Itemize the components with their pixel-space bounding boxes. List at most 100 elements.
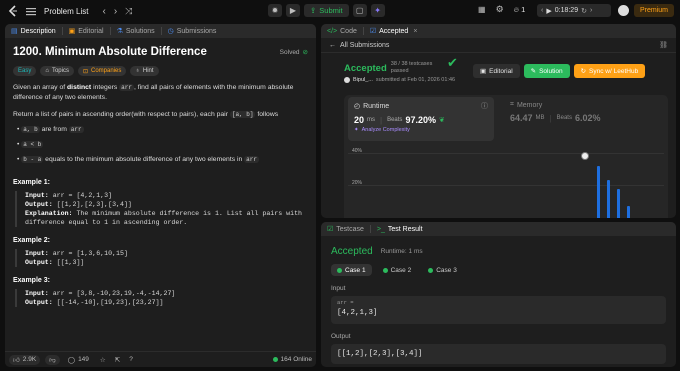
close-icon[interactable]: × [413,28,417,35]
sparkle-icon: ✦ [354,127,359,133]
example-output: [[1,2],[2,3],[3,4]] [56,201,132,208]
chart-bar[interactable] [607,180,610,218]
arr-value: [4,2,1,3] [337,309,378,317]
note-icon[interactable]: ▢ [352,4,367,17]
like-count: 2.9K [22,356,37,363]
tab-test-result[interactable]: >_ Test Result [371,222,429,236]
input-label: Input: [25,290,49,297]
tab-submissions-label: Submissions [176,27,217,35]
settings-icon[interactable]: ⚙ [496,4,504,15]
layout-icon[interactable]: ▦ [478,5,486,14]
hint-tag[interactable]: ♁ Hint [130,66,159,76]
clock-icon: ◴ [354,103,361,110]
premium-label: Premium [640,7,669,14]
output-label: Output: [25,259,53,266]
arrow-left-icon[interactable]: ← [329,42,336,49]
shuffle-icon[interactable]: ⤨ [125,6,132,17]
play-icon[interactable]: ▶ [546,7,551,15]
memory-label: Memory [516,101,543,109]
runtime-card[interactable]: ◴ Runtime ⓘ 20 ms | Beats 97.20% ❦ ✦ Ana… [348,97,494,141]
problem-list-icon[interactable] [26,7,36,16]
chevron-left-icon[interactable]: ‹ [541,7,543,14]
difficulty-badge[interactable]: Easy [13,66,37,76]
runtime-value: 20 [354,115,365,125]
output-value-box[interactable]: [[1,2],[2,3],[3,4]] [331,344,666,364]
example-input: arr = [1,3,6,10,15] [52,250,128,257]
example-3: Example 3: Input: arr = [3,8,-10,23,19,-… [13,277,308,307]
companies-tag[interactable]: ⊡ Companies [77,66,127,76]
sync-leethub-button[interactable]: ↻ Sync w/ LeetHub [573,64,646,78]
case-label: Case 1 [345,266,366,274]
leetcode-logo[interactable] [8,5,18,17]
help-icon[interactable]: ? [129,356,133,363]
submit-label: Submit [319,6,343,15]
memory-card[interactable]: ⌗ Memory 64.47 MB | Beats 6.02% [504,97,644,141]
chart-bar[interactable] [627,206,630,218]
tab-code[interactable]: </> Code [321,24,363,38]
username[interactable]: Bipul_... [353,77,373,83]
all-submissions-link[interactable]: All Submissions [340,42,389,49]
submission-tab-bar: </> Code ☑ Accepted × [321,24,676,38]
topics-tag[interactable]: ⌂ Topics [40,66,74,76]
example-input: arr = [4,2,1,3] [52,192,113,199]
pass-dot-icon [382,267,388,273]
tab-accepted[interactable]: ☑ Accepted × [364,24,424,38]
thumbs-down-icon[interactable]: 👎︎ [45,354,60,365]
problem-list-link[interactable]: Problem List [44,7,88,16]
testcases-count: 38 / 38 testcases [390,61,433,67]
output-section-label: Output [331,333,351,340]
streak-counter[interactable]: 🔥︎ 1 [514,5,526,15]
reset-icon[interactable]: ↻ [581,7,587,15]
tab-description[interactable]: ▤ Description [5,24,62,38]
tab-editorial[interactable]: ▣ Editorial [63,24,110,38]
chart-bar[interactable] [617,189,620,218]
beats-label: Beats [387,117,403,123]
tab-solutions[interactable]: ⚗ Solutions [111,24,161,38]
case-3-tab[interactable]: Case 3 [422,264,463,276]
tab-testcase[interactable]: ☑ Testcase [321,222,370,236]
result-status: Accepted [331,246,373,257]
case-label: Case 2 [390,266,412,274]
case-1-tab[interactable]: Case 1 [331,264,372,276]
comments-button[interactable]: ◯ 149 [68,356,89,364]
ai-sparkle-icon[interactable]: ✦ [370,4,385,17]
memory-beats: 6.02% [574,113,601,123]
chart-bar[interactable] [597,166,600,218]
input-value-box[interactable]: arr = [4,2,1,3] [331,296,666,324]
chevron-right-icon[interactable]: › [590,7,592,14]
tab-testcase-label: Testcase [336,225,364,233]
premium-button[interactable]: Premium [634,4,675,17]
avatar[interactable] [618,5,629,16]
info-icon[interactable]: ⓘ [481,101,488,111]
example-2: Example 2: Input: arr = [1,3,6,10,15] Ou… [13,237,308,267]
star-icon[interactable]: ☆ [100,356,106,364]
share-icon[interactable]: ⇱ [115,356,120,364]
timer-value: 0:18:29 [554,7,579,14]
analyze-complexity-link[interactable]: Analyze Complexity [362,127,410,133]
runtime-beats: 97.20% [405,115,436,125]
description-panel: ▤ Description ▣ Editorial ⚗ Solutions ◷ … [5,24,316,367]
tab-submissions[interactable]: ◷ Submissions [162,24,223,38]
example-input: arr = [3,8,-10,23,19,-4,-14,27] [52,290,176,297]
chevron-right-icon[interactable]: › [114,6,117,17]
inline-code: arr [119,84,134,91]
debug-icon[interactable]: ✹ [268,4,282,17]
y-tick-label: 40% [352,148,363,154]
case-2-tab[interactable]: Case 2 [377,264,418,276]
desc-text: , find all pairs of elements with the mi… [133,84,294,91]
editorial-button[interactable]: ▣ Editorial [473,64,520,78]
link-icon[interactable]: ⛓ [659,41,668,49]
desc-text: difference of any two elements. [13,94,107,101]
submit-button[interactable]: ⇪ Submit [304,4,349,17]
runtime-unit: ms [367,117,376,123]
user-avatar[interactable] [344,77,350,83]
flask-icon: ⚗ [116,28,123,35]
solution-button[interactable]: ✎ Solution [523,64,570,78]
desc-text: Return a list of pairs in ascending orde… [13,111,230,118]
like-button[interactable]: 👍︎ 2.9K [9,354,41,365]
run-icon[interactable]: ▶ [286,4,300,17]
timer-widget[interactable]: ‹ ▶ 0:18:29 ↻ › [537,4,611,17]
chevron-left-icon[interactable]: ‹ [102,6,105,17]
lock-icon: ⊡ [82,68,89,75]
memory-unit: MB [535,115,545,121]
